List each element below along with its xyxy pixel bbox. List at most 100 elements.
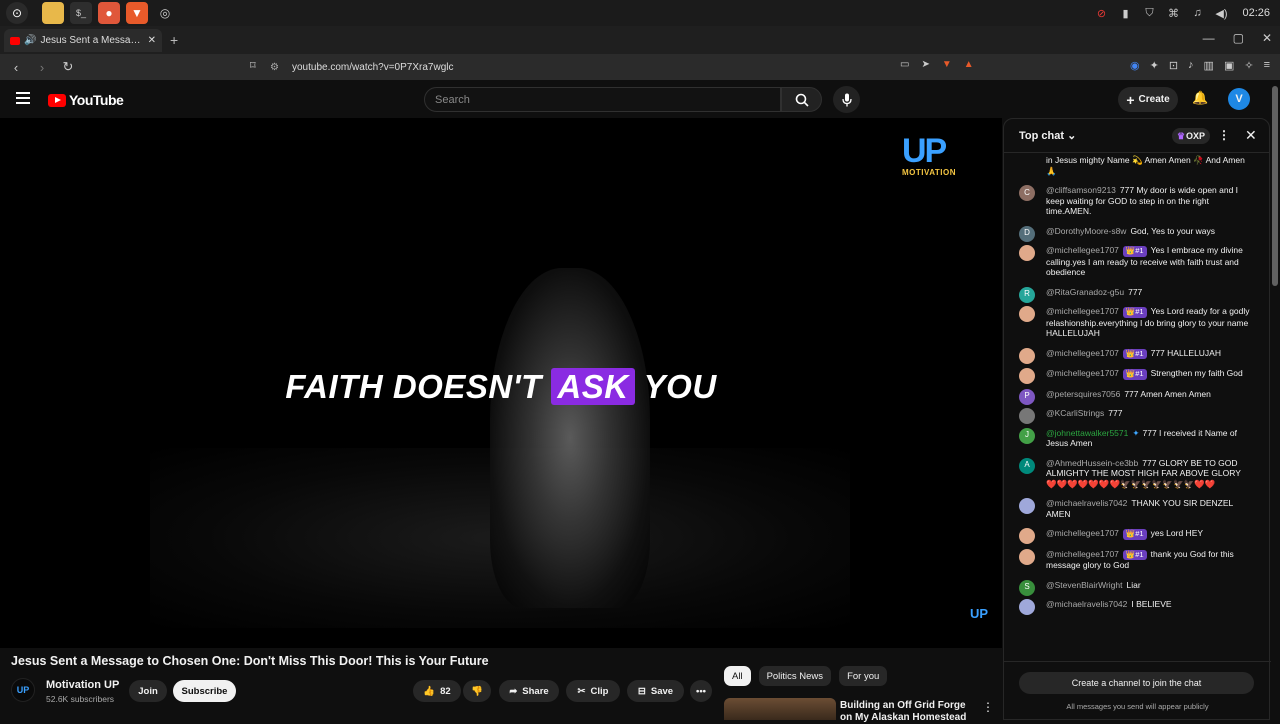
send-icon[interactable]: ➤ bbox=[921, 59, 929, 70]
audio-playing-icon[interactable]: 🔊 bbox=[24, 35, 36, 46]
chat-more-icon[interactable]: ⋮ bbox=[1218, 128, 1230, 142]
share-button[interactable]: ➦ Share bbox=[499, 680, 559, 702]
close-window-icon[interactable]: ✕ bbox=[1262, 31, 1272, 45]
extensions-icon[interactable]: ✦ bbox=[1150, 59, 1159, 72]
message-author[interactable]: @michellegee1707 bbox=[1046, 348, 1119, 358]
bookmark-icon[interactable]: ⌑ bbox=[250, 59, 256, 72]
browser-menu-icon[interactable]: ≡ bbox=[1264, 59, 1270, 72]
chip-politics-news[interactable]: Politics News bbox=[758, 666, 832, 686]
files-icon[interactable] bbox=[42, 2, 64, 24]
chip-for-you[interactable]: For you bbox=[839, 666, 888, 686]
forward-icon[interactable]: › bbox=[32, 60, 52, 75]
message-author[interactable]: @michellegee1707 bbox=[1046, 306, 1119, 316]
create-button[interactable]: + Create bbox=[1118, 87, 1178, 112]
youtube-logo[interactable]: YouTube bbox=[48, 92, 124, 108]
leo-ai-icon[interactable]: ✧ bbox=[1244, 59, 1253, 72]
message-author[interactable]: @michaelravelis7042 bbox=[1046, 498, 1127, 508]
site-info-icon[interactable]: ⚙ bbox=[270, 62, 282, 73]
chat-avatar[interactable] bbox=[1019, 245, 1035, 261]
music-icon[interactable]: ♫ bbox=[1190, 6, 1204, 20]
battery-icon[interactable]: ▮ bbox=[1118, 6, 1132, 20]
top-chat-dropdown[interactable]: Top chat ⌄ bbox=[1019, 129, 1076, 142]
recommendation-more-icon[interactable]: ⋮ bbox=[982, 700, 994, 714]
page-scrollbar[interactable] bbox=[1272, 86, 1278, 286]
oxp-badge[interactable]: ♛ OXP bbox=[1172, 128, 1210, 144]
message-author[interactable]: @AhmedHussein-ce3bb bbox=[1046, 458, 1138, 468]
search-button[interactable] bbox=[781, 87, 822, 112]
cast-icon[interactable]: ▭ bbox=[900, 59, 909, 70]
wallet-icon[interactable]: ▣ bbox=[1224, 59, 1234, 72]
hamburger-menu-icon[interactable] bbox=[16, 92, 30, 107]
chat-avatar[interactable]: S bbox=[1019, 579, 1035, 596]
terminal-icon[interactable]: $_ bbox=[70, 2, 92, 24]
message-author[interactable]: @KCarliStrings bbox=[1046, 408, 1104, 418]
address-bar[interactable]: ⚙ youtube.com/watch?v=0P7Xra7wglc bbox=[270, 57, 990, 77]
like-button[interactable]: 👍 82 bbox=[413, 680, 461, 702]
close-chat-icon[interactable]: ✕ bbox=[1245, 127, 1257, 144]
account-avatar[interactable]: V bbox=[1228, 88, 1250, 110]
brave-icon[interactable]: ▼ bbox=[126, 2, 148, 24]
message-author[interactable]: @StevenBlairWright bbox=[1046, 580, 1123, 590]
media-icon[interactable]: ♪ bbox=[1188, 59, 1194, 72]
chrome-icon[interactable]: ◎ bbox=[154, 2, 176, 24]
browser-tab[interactable]: 🔊 Jesus Sent a Message to C ✕ bbox=[4, 29, 162, 52]
chat-avatar[interactable] bbox=[1019, 548, 1035, 565]
message-author[interactable]: @petersquires7056 bbox=[1046, 389, 1120, 399]
sidebar-icon[interactable]: ▥ bbox=[1204, 59, 1214, 72]
chip-all[interactable]: All bbox=[724, 666, 751, 686]
join-button[interactable]: Join bbox=[129, 680, 167, 702]
shield-status-icon[interactable]: ⊘ bbox=[1094, 6, 1108, 20]
brave-shields-icon[interactable]: ▼ bbox=[942, 59, 952, 70]
create-channel-button[interactable]: Create a channel to join the chat bbox=[1019, 672, 1254, 694]
chat-avatar[interactable]: A bbox=[1019, 457, 1035, 474]
message-author[interactable]: @RitaGranadoz-g5u bbox=[1046, 287, 1124, 297]
chat-avatar[interactable]: C bbox=[1019, 185, 1035, 201]
back-icon[interactable]: ‹ bbox=[6, 60, 26, 75]
reload-icon[interactable]: ↻ bbox=[58, 59, 78, 75]
channel-name[interactable]: Motivation UP bbox=[46, 679, 119, 691]
network-icon[interactable]: ⌘ bbox=[1166, 6, 1180, 20]
chat-avatar[interactable]: D bbox=[1019, 225, 1035, 242]
clip-button[interactable]: ✂ Clip bbox=[566, 680, 620, 702]
vpn-shield-icon[interactable]: ⛉ bbox=[1142, 6, 1156, 20]
close-tab-icon[interactable]: ✕ bbox=[148, 35, 156, 46]
dislike-button[interactable]: 👎 bbox=[463, 680, 491, 702]
minimize-icon[interactable]: — bbox=[1203, 31, 1215, 45]
chat-avatar[interactable] bbox=[1019, 347, 1035, 364]
video-player[interactable]: FAITH DOESN'T ASK YOU UP MOTIVATION UP bbox=[0, 118, 1002, 648]
maximize-icon[interactable]: ▢ bbox=[1233, 31, 1244, 45]
subscribe-button[interactable]: Subscribe bbox=[173, 680, 236, 702]
message-author[interactable]: @michellegee1707 bbox=[1046, 368, 1119, 378]
notifications-bell-icon[interactable]: 🔔 bbox=[1192, 90, 1208, 106]
recommendation-title[interactable]: Building an Off Grid Forge on My Alaskan… bbox=[840, 700, 980, 724]
recommendation-thumbnail[interactable] bbox=[724, 698, 836, 720]
message-author[interactable]: @michellegee1707 bbox=[1046, 528, 1119, 538]
chat-avatar[interactable] bbox=[1019, 408, 1035, 424]
channel-avatar[interactable]: UP bbox=[11, 678, 35, 702]
chat-avatar[interactable]: R bbox=[1019, 286, 1035, 303]
message-author[interactable]: @DorothyMoore-s8w bbox=[1046, 226, 1126, 236]
volume-icon[interactable]: ◀) bbox=[1214, 6, 1228, 20]
translate-icon[interactable]: ◉ bbox=[1130, 59, 1140, 72]
message-author[interactable]: @johnettawalker5571 bbox=[1046, 428, 1128, 438]
screenshot-icon[interactable]: ⊡ bbox=[1169, 59, 1178, 72]
chat-avatar[interactable]: P bbox=[1019, 388, 1035, 405]
message-author[interactable]: @michellegee1707 bbox=[1046, 549, 1119, 559]
more-actions-button[interactable]: ••• bbox=[690, 680, 712, 702]
chat-avatar[interactable] bbox=[1019, 306, 1035, 322]
search-input[interactable]: Search bbox=[424, 87, 781, 112]
message-author[interactable]: @michaelravelis7042 bbox=[1046, 599, 1127, 609]
chat-avatar[interactable] bbox=[1019, 599, 1035, 615]
chat-avatar[interactable]: J bbox=[1019, 427, 1035, 444]
clock[interactable]: 02:26 bbox=[1242, 7, 1270, 19]
message-author[interactable]: @michellegee1707 bbox=[1046, 245, 1119, 255]
brave-rewards-icon[interactable]: ▲ bbox=[964, 59, 974, 70]
new-tab-button[interactable]: + bbox=[170, 32, 178, 48]
chat-avatar[interactable] bbox=[1019, 528, 1035, 544]
voice-search-button[interactable] bbox=[833, 86, 860, 113]
chat-avatar[interactable] bbox=[1019, 368, 1035, 384]
mint-menu-icon[interactable]: ⊙ bbox=[6, 2, 28, 24]
branding-watermark[interactable]: UP bbox=[970, 606, 988, 621]
save-button[interactable]: ⊟ Save bbox=[627, 680, 684, 702]
message-author[interactable]: @cliffsamson9213 bbox=[1046, 185, 1116, 195]
